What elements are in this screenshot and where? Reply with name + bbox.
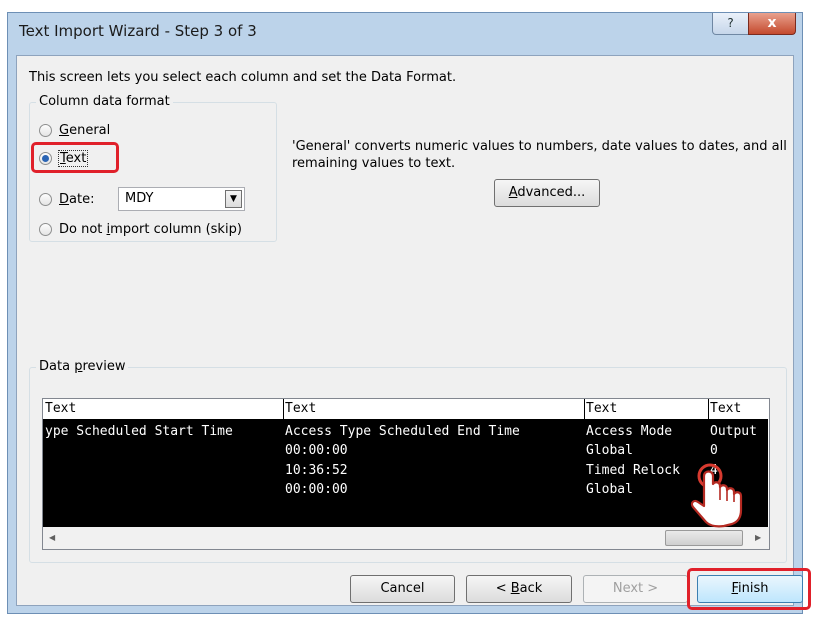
data-preview-legend: Data preview (36, 359, 129, 374)
preview-cell: Access Mode (586, 424, 673, 439)
dialog-body: This screen lets you select each column … (16, 55, 811, 610)
next-button[interactable]: Next > (583, 575, 688, 603)
preview-column-header[interactable]: Text (45, 401, 76, 416)
radio-date-button[interactable] (39, 192, 52, 206)
format-description: 'General' converts numeric values to num… (292, 139, 787, 171)
radio-date[interactable]: Date: (39, 189, 94, 209)
date-format-value: MDY (125, 191, 154, 206)
preview-header-row[interactable]: Text Text Text Text (43, 399, 768, 421)
data-preview-grid[interactable]: Text Text Text Text ype Scheduled Start … (42, 398, 770, 550)
preview-cell: 0 (710, 443, 718, 458)
close-icon: x (767, 15, 777, 31)
advanced-button[interactable]: Advanced... (494, 179, 600, 207)
radio-skip[interactable]: Do not import column (skip) (39, 219, 242, 239)
window-title: Text Import Wizard - Step 3 of 3 (19, 22, 257, 40)
column-divider[interactable] (584, 399, 585, 527)
preview-column-header[interactable]: Text (285, 401, 316, 416)
preview-cell: 10:36:52 (285, 463, 348, 478)
chevron-down-icon[interactable]: ▼ (225, 190, 242, 208)
preview-column-header[interactable]: Text (710, 401, 741, 416)
preview-column-header[interactable]: Text (586, 401, 617, 416)
preview-cell: 00:00:00 (285, 482, 348, 497)
radio-general[interactable]: General (39, 120, 110, 140)
preview-cell: Global (586, 443, 633, 458)
scroll-left-icon[interactable]: ◀ (49, 533, 55, 542)
preview-cell: Output (710, 424, 757, 439)
column-data-format-legend: Column data format (36, 94, 173, 109)
preview-cell: 00:00:00 (285, 443, 348, 458)
preview-cell: Global (586, 482, 633, 497)
finish-button[interactable]: Finish (697, 575, 803, 603)
preview-cell: Access Type Scheduled End Time (285, 424, 520, 439)
date-format-dropdown[interactable]: MDY ▼ (118, 187, 245, 211)
radio-text-button[interactable] (39, 151, 52, 165)
pointing-hand-icon (690, 463, 743, 528)
radio-skip-label: Do not import column (skip) (59, 221, 242, 237)
radio-text-label: Text (57, 149, 89, 167)
back-button[interactable]: < Back (466, 575, 572, 603)
close-button[interactable]: x (748, 13, 796, 35)
radio-skip-button[interactable] (39, 222, 52, 236)
preview-cell: Timed Relock (586, 463, 680, 478)
preview-cell: ype Scheduled Start Time (45, 424, 233, 439)
help-icon: ? (727, 16, 734, 30)
horizontal-scroll-thumb[interactable] (665, 530, 743, 546)
radio-general-label: General (59, 122, 111, 138)
cancel-button[interactable]: Cancel (350, 575, 455, 603)
radio-general-button[interactable] (39, 123, 52, 137)
horizontal-scrollbar[interactable]: ◀ ▶ (43, 527, 769, 549)
intro-text: This screen lets you select each column … (29, 70, 457, 85)
help-button[interactable]: ? (712, 13, 749, 35)
column-divider[interactable] (283, 399, 284, 527)
radio-text[interactable]: Text (39, 148, 89, 168)
radio-date-label: Date: (59, 191, 95, 207)
scroll-right-icon[interactable]: ▶ (755, 533, 761, 542)
title-bar[interactable]: Text Import Wizard - Step 3 of 3 ? x (8, 13, 802, 55)
preview-data-area[interactable]: ype Scheduled Start Time Access Type Sch… (43, 421, 768, 527)
